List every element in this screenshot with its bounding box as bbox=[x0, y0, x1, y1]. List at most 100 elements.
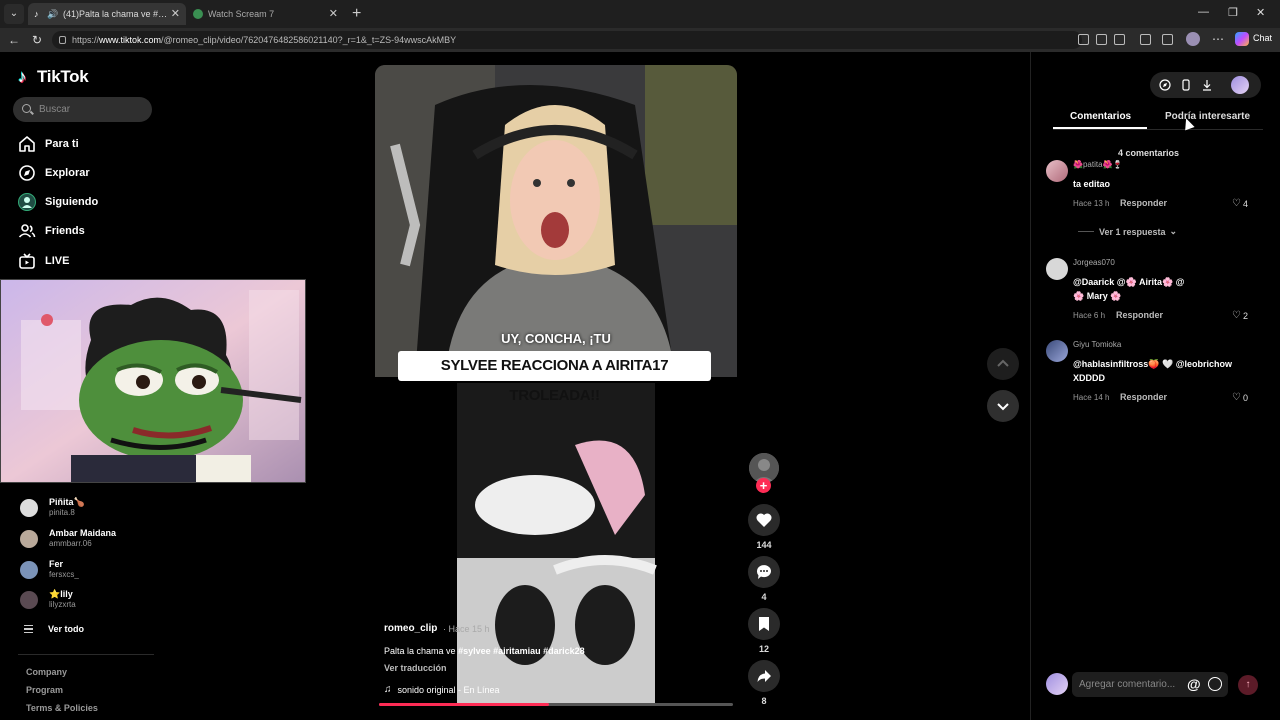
save-button[interactable] bbox=[748, 608, 780, 640]
browser-tab-tiktok[interactable]: ♪ 🔊 (41)Palta la chama ve #sylvee ✕ bbox=[28, 3, 186, 25]
video-author[interactable]: romeo_clip bbox=[384, 623, 437, 634]
lock-icon bbox=[59, 36, 66, 44]
video-overlay-text: UY, CONCHA, ¡TU bbox=[501, 331, 611, 346]
browser-tab-bar: ⌄ ♪ 🔊 (41)Palta la chama ve #sylvee ✕ Wa… bbox=[0, 0, 1280, 28]
back-arrow-icon[interactable]: ← bbox=[8, 32, 20, 48]
comment-username[interactable]: 🌺patita🌺🍷 bbox=[1073, 160, 1122, 169]
more-options-icon[interactable]: ⋯ bbox=[1212, 32, 1224, 46]
add-comment-input[interactable] bbox=[1079, 672, 1191, 697]
tiktok-logo[interactable]: ♪ TikTok bbox=[18, 66, 89, 88]
compass-icon[interactable] bbox=[1159, 79, 1171, 91]
video-hashtags[interactable]: #sylvee #airitamiau #darick28 bbox=[458, 646, 585, 656]
minimize-icon[interactable]: — bbox=[1198, 6, 1209, 18]
reply-button[interactable]: Responder bbox=[1120, 198, 1167, 208]
extensions-icon[interactable] bbox=[1140, 34, 1151, 45]
copilot-chat-label[interactable]: Chat bbox=[1253, 33, 1272, 43]
see-translation-link[interactable]: Ver traducción bbox=[384, 663, 447, 673]
sidebar-item-label: Explorar bbox=[45, 167, 90, 179]
sidebar-item-label: Para ti bbox=[45, 138, 79, 150]
comment-like-button[interactable]: ♡ 2 bbox=[1232, 310, 1248, 321]
home-icon bbox=[19, 136, 35, 152]
avatar[interactable] bbox=[1046, 258, 1068, 280]
avatar bbox=[20, 591, 38, 609]
send-comment-button[interactable]: ↑ bbox=[1238, 675, 1258, 695]
new-tab-button[interactable]: + bbox=[352, 4, 361, 24]
tiktok-favicon-icon: ♪ bbox=[34, 9, 39, 19]
heart-outline-icon: ♡ bbox=[1232, 310, 1241, 321]
comment-like-count: 2 bbox=[1242, 310, 1248, 321]
following-handle: lilyzxrta bbox=[49, 600, 76, 609]
user-avatar[interactable] bbox=[1231, 76, 1249, 94]
speaker-icon[interactable]: 🔊 bbox=[47, 9, 58, 19]
footer-link-company[interactable]: Company bbox=[26, 667, 67, 677]
comment-like-button[interactable]: ♡ 0 bbox=[1232, 392, 1248, 403]
comment-username[interactable]: Jorgeas070 bbox=[1073, 258, 1115, 267]
video-description: Palta la chama ve #sylvee #airitamiau #d… bbox=[384, 646, 585, 656]
comment-like-count: 0 bbox=[1242, 392, 1248, 403]
search-box[interactable] bbox=[13, 97, 152, 122]
reply-button[interactable]: Responder bbox=[1116, 310, 1163, 320]
restore-icon[interactable]: ❐ bbox=[1228, 6, 1238, 19]
see-all-button[interactable]: Ver todo bbox=[24, 624, 84, 634]
sidebar-item-explorar[interactable]: Explorar bbox=[18, 164, 90, 182]
favorites-icon[interactable] bbox=[1162, 34, 1173, 45]
next-video-button[interactable] bbox=[987, 390, 1019, 422]
follow-plus-button[interactable]: + bbox=[756, 478, 771, 493]
close-tab-icon[interactable]: ✕ bbox=[171, 3, 180, 25]
video-player[interactable]: UY, CONCHA, ¡TU SYLVEE REACCIONA A AIRIT… bbox=[375, 65, 737, 705]
device-icon[interactable] bbox=[1180, 79, 1192, 91]
view-replies-label: Ver 1 respuesta bbox=[1099, 226, 1166, 237]
app-available-icon[interactable] bbox=[1078, 34, 1089, 45]
emoji-icon[interactable] bbox=[1208, 677, 1222, 691]
previous-video-button[interactable] bbox=[987, 348, 1019, 380]
share-arrow-icon bbox=[757, 670, 771, 682]
frog-avatar-illustration bbox=[1, 280, 305, 482]
chevron-up-icon bbox=[997, 359, 1009, 367]
sidebar-item-para-ti[interactable]: Para ti bbox=[18, 135, 79, 153]
save-count: 12 bbox=[758, 644, 769, 654]
download-icon[interactable] bbox=[1201, 79, 1213, 91]
avatar bbox=[20, 561, 38, 579]
footer-link-terms[interactable]: Terms & Policies bbox=[26, 703, 98, 713]
avatar[interactable] bbox=[1046, 340, 1068, 362]
browser-tab-scream[interactable]: Watch Scream 7 ✕ bbox=[188, 3, 344, 25]
mention-button[interactable]: @ bbox=[1187, 676, 1201, 692]
browser-profile-avatar[interactable] bbox=[1186, 32, 1200, 46]
search-input[interactable] bbox=[39, 97, 149, 122]
comment-like-button[interactable]: ♡ 4 bbox=[1232, 198, 1248, 209]
reply-button[interactable]: Responder bbox=[1120, 392, 1167, 402]
copilot-icon[interactable] bbox=[1235, 32, 1249, 46]
sidebar-item-siguiendo[interactable]: Siguiendo bbox=[18, 193, 98, 211]
avatar[interactable] bbox=[1046, 160, 1068, 182]
favorite-star-icon[interactable] bbox=[1114, 34, 1125, 45]
close-tab-icon[interactable]: ✕ bbox=[329, 3, 338, 25]
url-field[interactable]: https://www.tiktok.com/@romeo_clip/video… bbox=[52, 31, 1082, 49]
reload-icon[interactable]: ↻ bbox=[32, 32, 42, 48]
sidebar-item-live[interactable]: LIVE bbox=[18, 252, 69, 270]
sidebar-item-friends[interactable]: Friends bbox=[18, 222, 85, 240]
comment-text: @hablasinfiltross🍑 🤍 @leobrichow XDDDD bbox=[1073, 359, 1232, 383]
user-avatar bbox=[1046, 673, 1068, 695]
tab-podria-interesarte[interactable]: Podría interesarte bbox=[1165, 111, 1250, 122]
tab-comentarios[interactable]: Comentarios bbox=[1070, 111, 1131, 122]
following-name: Ambar Maidana bbox=[49, 528, 117, 538]
comment-text: @Daarick @🌸 Airita🌸 @🌸 Mary 🌸 bbox=[1073, 277, 1185, 301]
translate-icon[interactable] bbox=[1096, 34, 1107, 45]
heart-icon bbox=[756, 513, 772, 527]
comment-button[interactable] bbox=[748, 556, 780, 588]
like-button[interactable] bbox=[748, 504, 780, 536]
comment-username[interactable]: Giyu Tomioka bbox=[1073, 340, 1121, 349]
share-button[interactable] bbox=[748, 660, 780, 692]
tab-actions-menu-button[interactable]: ⌄ bbox=[4, 4, 24, 24]
footer-link-program[interactable]: Program bbox=[26, 685, 63, 695]
close-window-icon[interactable]: ✕ bbox=[1256, 6, 1265, 19]
tabs-divider bbox=[1053, 129, 1263, 130]
video-progress-bar[interactable] bbox=[379, 703, 733, 706]
view-replies-button[interactable]: Ver 1 respuesta ⌄ bbox=[1078, 226, 1177, 237]
video-sound[interactable]: ♫ sonido original - En Línea bbox=[384, 684, 500, 695]
comment-time: Hace 14 h bbox=[1073, 393, 1110, 402]
like-count: 144 bbox=[756, 540, 772, 550]
following-name: Piñita🍗 bbox=[49, 497, 85, 507]
add-comment-box[interactable] bbox=[1072, 672, 1228, 697]
replies-line bbox=[1078, 231, 1094, 232]
